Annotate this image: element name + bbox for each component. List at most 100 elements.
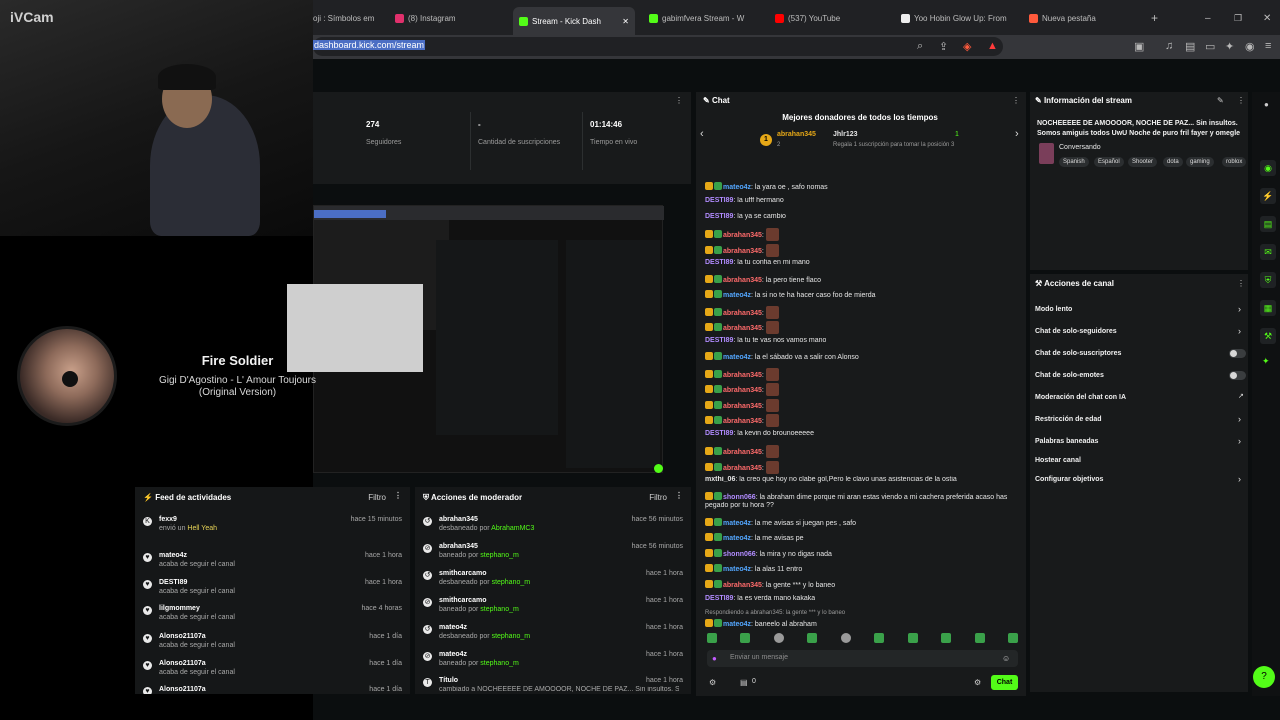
browser-tab[interactable]: gabimfvera Stream - W <box>649 7 759 29</box>
sparkle-icon[interactable]: ✦ <box>1262 356 1270 367</box>
tab-search-icon[interactable]: ▣ <box>1134 40 1144 53</box>
feed-user[interactable]: DESTI89 <box>159 579 187 586</box>
chat-username[interactable]: DESTI89 <box>705 595 733 602</box>
tag[interactable]: dota <box>1163 157 1183 167</box>
rewards-icon[interactable]: ▲ <box>987 40 998 52</box>
mod-user[interactable]: abrahan345 <box>439 543 478 550</box>
more-options-icon[interactable]: ⋮ <box>675 491 683 500</box>
emote-icon[interactable] <box>1007 633 1018 643</box>
emote-icon[interactable] <box>974 633 985 643</box>
emote-icon[interactable] <box>773 633 784 643</box>
chat-username[interactable]: abrahan345 <box>723 277 762 284</box>
external-link-icon[interactable]: ↗ <box>1238 392 1244 400</box>
action-emotes-only[interactable]: Chat de solo-emotes <box>1035 372 1104 379</box>
chat-username[interactable]: mateo4z <box>723 520 751 527</box>
shield-icon[interactable]: ⛨ <box>1260 272 1276 288</box>
chevron-right-icon[interactable]: › <box>1238 326 1241 336</box>
mod-user[interactable]: smithcarcamo <box>439 597 486 604</box>
chat-username[interactable]: DESTI89 <box>705 197 733 204</box>
feed-user[interactable]: Alonso21107a <box>159 660 206 667</box>
browser-tab[interactable]: (537) YouTube <box>775 7 885 29</box>
action-slow-mode[interactable]: Modo lento <box>1035 306 1072 313</box>
share-icon[interactable]: ⇪ <box>939 40 948 53</box>
mod-user[interactable]: abrahan345 <box>439 516 478 523</box>
layout-icon[interactable]: ▦ <box>1260 300 1276 316</box>
chat-icon[interactable]: ✉ <box>1260 244 1276 260</box>
chat-username[interactable]: DESTI89 <box>705 430 733 437</box>
feed-user[interactable]: Alonso21107a <box>159 686 206 693</box>
chat-username[interactable]: DESTI89 <box>705 337 733 344</box>
settings-icon[interactable]: ⚙ <box>709 678 716 687</box>
chat-send-button[interactable]: Chat <box>991 675 1018 690</box>
emotes-only-toggle[interactable] <box>1229 371 1246 380</box>
feed-user[interactable]: lilgmommey <box>159 605 200 612</box>
chat-username[interactable]: abrahan345 <box>723 465 762 472</box>
tag[interactable]: Shooter <box>1128 157 1158 167</box>
wallet-icon[interactable]: ▭ <box>1205 40 1215 53</box>
action-age-restriction[interactable]: Restricción de edad <box>1035 416 1102 423</box>
chat-username[interactable]: mateo4z <box>723 535 751 542</box>
browser-tab[interactable]: (8) Instagram <box>395 7 495 29</box>
action-banned-words[interactable]: Palabras baneadas <box>1035 438 1098 445</box>
second-donor-name[interactable]: Jhlr123 <box>833 131 858 138</box>
subscribers-only-toggle[interactable] <box>1229 349 1246 358</box>
action-ai-moderation[interactable]: Moderación del chat con IA <box>1035 394 1126 401</box>
mod-user[interactable]: mateo4z <box>439 651 467 658</box>
emote-icon[interactable] <box>874 633 885 643</box>
brave-shield-icon[interactable]: ◈ <box>963 40 971 53</box>
chat-username[interactable]: mateo4z <box>723 566 751 573</box>
new-tab-button[interactable]: + <box>1151 7 1163 29</box>
more-options-icon[interactable]: ⋮ <box>1012 96 1020 105</box>
filter-button[interactable]: Filtro <box>649 493 667 502</box>
chat-username[interactable]: mxthi_06 <box>705 476 735 483</box>
chat-username[interactable]: abrahan345 <box>723 248 762 255</box>
info-icon[interactable]: ● <box>1264 100 1269 109</box>
feed-user[interactable]: Alonso21107a <box>159 633 206 640</box>
chevron-left-icon[interactable]: ‹ <box>700 128 704 140</box>
chat-username[interactable]: abrahan345 <box>723 449 762 456</box>
chat-username[interactable]: mateo4z <box>723 621 751 628</box>
chat-username[interactable]: shonn066 <box>723 494 756 501</box>
emote-icon[interactable] <box>907 633 918 643</box>
tag[interactable]: gaming <box>1186 157 1214 167</box>
more-options-icon[interactable]: ⋮ <box>1237 96 1245 105</box>
emote-icon[interactable] <box>941 633 952 643</box>
chat-username[interactable]: abrahan345 <box>723 232 762 239</box>
action-host-channel[interactable]: Hostear canal <box>1035 457 1081 464</box>
document-icon[interactable]: ▤ <box>1260 216 1276 232</box>
vpn-icon[interactable]: ◉ <box>1245 40 1255 53</box>
category-name[interactable]: Conversando <box>1059 144 1101 151</box>
filter-button[interactable]: Filtro <box>368 493 386 502</box>
emote-icon[interactable] <box>707 633 717 643</box>
emoji-icon[interactable]: ☺ <box>1002 654 1010 663</box>
chat-username[interactable]: DESTI89 <box>705 259 733 266</box>
top-donor-name[interactable]: abrahan345 <box>777 131 816 138</box>
tag[interactable]: roblox <box>1222 157 1247 167</box>
more-options-icon[interactable]: ⋮ <box>394 491 402 500</box>
maximize-button[interactable]: ❐ <box>1234 7 1244 29</box>
chat-username[interactable]: abrahan345 <box>723 325 762 332</box>
chat-username[interactable]: mateo4z <box>723 292 751 299</box>
browser-tab[interactable]: oji : Símbolos em <box>313 7 377 29</box>
chevron-right-icon[interactable]: › <box>1238 436 1241 446</box>
action-followers-only[interactable]: Chat de solo-seguidores <box>1035 328 1117 335</box>
browser-tab[interactable]: Nueva pestaña <box>1029 7 1129 29</box>
camera-icon[interactable]: ◉ <box>1260 160 1276 176</box>
chat-username[interactable]: mateo4z <box>723 354 751 361</box>
mod-user[interactable]: smithcarcamo <box>439 570 486 577</box>
chat-username[interactable]: abrahan345 <box>723 372 762 379</box>
emote-icon[interactable] <box>740 633 751 643</box>
action-configure-goals[interactable]: Configurar objetivos <box>1035 476 1103 483</box>
minimize-button[interactable]: – <box>1205 7 1215 29</box>
chat-username[interactable]: shonn066 <box>723 551 756 558</box>
close-icon[interactable]: ✕ <box>622 17 629 26</box>
help-chat-button[interactable]: ? <box>1253 666 1275 688</box>
feed-user[interactable]: mateo4z <box>159 552 187 559</box>
chevron-right-icon[interactable]: › <box>1238 474 1241 484</box>
emote-icon[interactable] <box>807 633 818 643</box>
chevron-right-icon[interactable]: › <box>1015 128 1019 140</box>
tool-icon[interactable]: ⚒ <box>1260 328 1276 344</box>
tag[interactable]: Spanish <box>1059 157 1089 167</box>
zoom-icon[interactable]: ⌕ <box>917 40 923 53</box>
emote-icon[interactable] <box>840 633 851 643</box>
